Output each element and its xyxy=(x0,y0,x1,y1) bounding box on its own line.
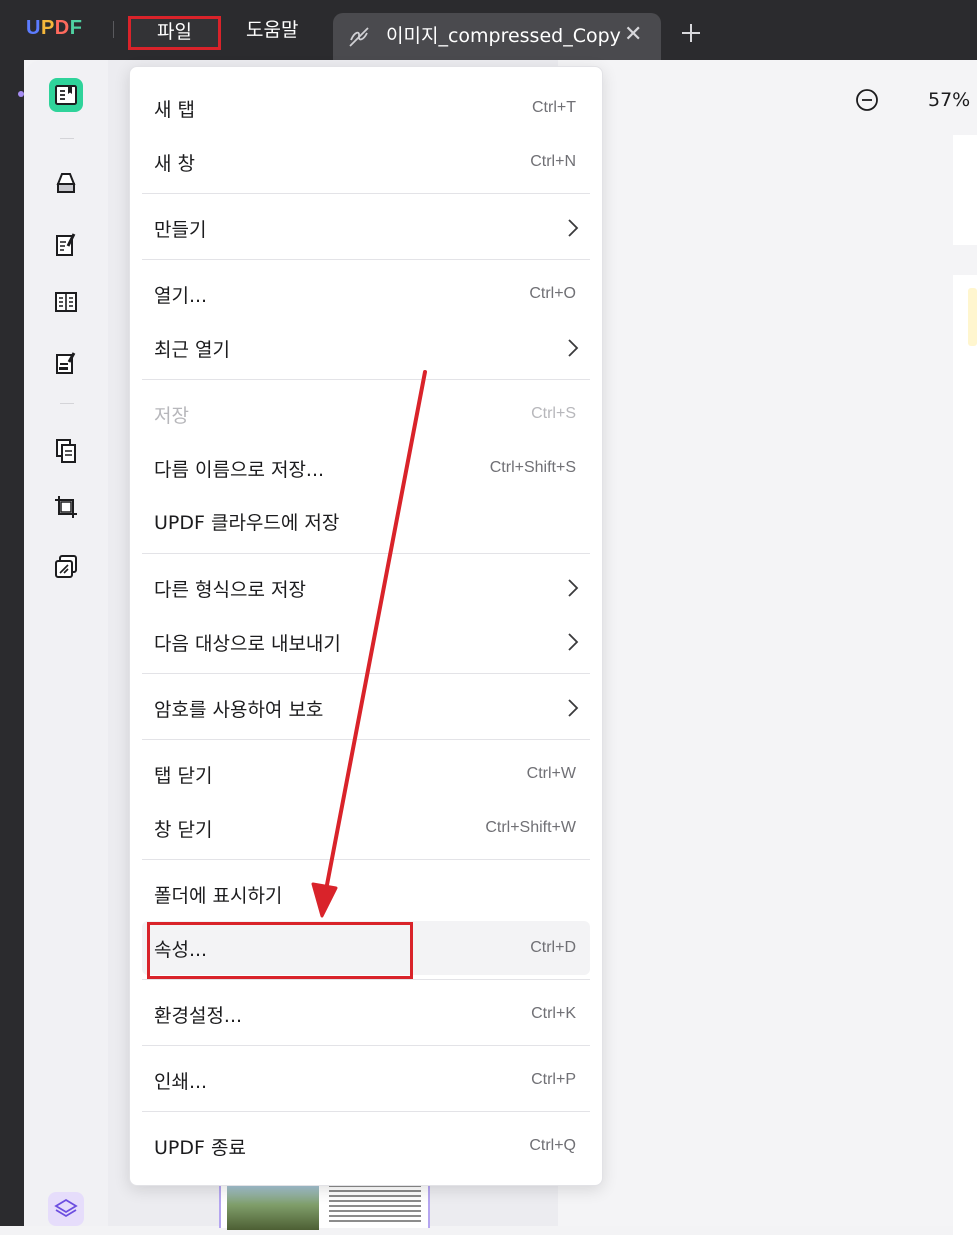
menu-item-print[interactable]: 인쇄... Ctrl+P xyxy=(142,1053,590,1107)
menu-item-new-window[interactable]: 새 창 Ctrl+N xyxy=(142,135,590,189)
menu-separator xyxy=(142,193,590,194)
edit-pdf-icon[interactable] xyxy=(49,228,83,262)
thumbnail-image xyxy=(227,1184,319,1230)
menu-item-quit[interactable]: UPDF 종료 Ctrl+Q xyxy=(142,1119,590,1173)
menu-item-protect-password[interactable]: 암호를 사용하여 보호 xyxy=(142,681,590,735)
zoom-level[interactable]: 57% xyxy=(928,89,970,111)
menu-item-preferences[interactable]: 환경설정... Ctrl+K xyxy=(142,987,590,1041)
menu-item-save-to-cloud[interactable]: UPDF 클라우드에 저장 xyxy=(142,494,590,548)
menu-separator xyxy=(142,553,590,554)
chevron-right-icon xyxy=(568,699,579,717)
menu-separator xyxy=(142,379,590,380)
reader-icon[interactable] xyxy=(49,78,83,112)
menu-separator xyxy=(142,259,590,260)
tab-title: 이미지_compressed_Copy xyxy=(386,25,621,47)
comment-icon[interactable] xyxy=(49,166,83,200)
menu-separator xyxy=(142,739,590,740)
unsaved-document-icon xyxy=(349,27,369,47)
crop-icon[interactable] xyxy=(49,490,83,524)
thumbnail-text xyxy=(329,1180,421,1225)
menu-item-new-tab[interactable]: 새 탭 Ctrl+T xyxy=(142,81,590,135)
menu-separator xyxy=(142,673,590,674)
chevron-right-icon xyxy=(568,633,579,651)
pdf-page xyxy=(953,275,977,1235)
new-tab-plus-icon[interactable] xyxy=(678,20,704,46)
compress-icon[interactable] xyxy=(49,550,83,584)
tab-close-icon[interactable]: ✕ xyxy=(624,23,642,47)
zoom-out-icon[interactable] xyxy=(855,88,879,112)
menu-item-show-in-folder[interactable]: 폴더에 표시하기 xyxy=(142,867,590,921)
menu-item-save[interactable]: 저장 Ctrl+S xyxy=(142,387,590,441)
menu-item-open[interactable]: 열기... Ctrl+O xyxy=(142,267,590,321)
menu-item-open-recent[interactable]: 최근 열기 xyxy=(142,321,590,375)
file-menu-button[interactable]: 파일 xyxy=(128,16,221,50)
menu-item-save-as-other[interactable]: 다른 형식으로 저장 xyxy=(142,561,590,615)
layers-icon[interactable] xyxy=(48,1192,84,1226)
form-icon[interactable] xyxy=(49,285,83,319)
menu-separator xyxy=(142,1045,590,1046)
file-menu-dropdown: 새 탭 Ctrl+T 새 창 Ctrl+N 만들기 열기... Ctrl+O 최… xyxy=(129,66,603,1186)
titlebar-divider xyxy=(113,21,114,38)
sidebar-divider xyxy=(60,403,74,404)
menu-item-export[interactable]: 다음 대상으로 내보내기 xyxy=(142,615,590,669)
chevron-right-icon xyxy=(568,339,579,357)
organize-pages-icon[interactable] xyxy=(49,434,83,468)
highlight-box-properties xyxy=(147,922,413,979)
help-menu-button[interactable]: 도움말 xyxy=(246,16,298,44)
menu-item-save-as[interactable]: 다름 이름으로 저장... Ctrl+Shift+S xyxy=(142,441,590,495)
menu-separator xyxy=(142,1111,590,1112)
page-highlight-mark xyxy=(968,288,977,346)
chevron-right-icon xyxy=(568,219,579,237)
title-bar: UPDF 파일 도움말 이미지_compressed_Copy ✕ xyxy=(0,0,977,60)
updf-logo: UPDF xyxy=(26,17,83,39)
menu-separator xyxy=(142,859,590,860)
menu-item-close-tab[interactable]: 탭 닫기 Ctrl+W xyxy=(142,747,590,801)
document-tab[interactable]: 이미지_compressed_Copy ✕ xyxy=(333,13,661,60)
pdf-page xyxy=(953,135,977,245)
window-edge xyxy=(0,60,24,1226)
active-indicator-dot xyxy=(18,91,24,97)
menu-item-create[interactable]: 만들기 xyxy=(142,201,590,255)
menu-separator xyxy=(142,979,590,980)
sidebar-divider xyxy=(60,138,74,139)
fill-sign-icon[interactable] xyxy=(49,346,83,380)
chevron-right-icon xyxy=(568,579,579,597)
menu-item-close-window[interactable]: 창 닫기 Ctrl+Shift+W xyxy=(142,801,590,855)
